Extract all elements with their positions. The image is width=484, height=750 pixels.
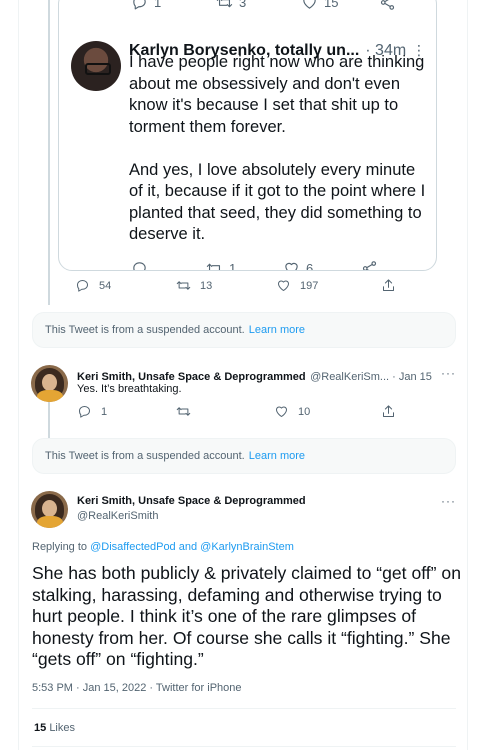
tweet-actions: 54 13 197 (0, 278, 484, 298)
like-count: 10 (298, 405, 311, 418)
avatar[interactable] (71, 41, 121, 91)
suspended-tweet-notice: This Tweet is from a suspended account. … (32, 312, 456, 348)
likes-count[interactable]: 15 Likes (34, 722, 75, 734)
suspended-tweet-notice: This Tweet is from a suspended account. … (32, 438, 456, 474)
more-icon[interactable]: ··· (441, 494, 456, 508)
divider (32, 708, 456, 709)
reply-button[interactable]: 54 (75, 278, 111, 293)
like-icon (278, 280, 289, 291)
retweet-button[interactable]: 3 (216, 0, 246, 11)
reply-icon (133, 262, 146, 270)
retweet-count: 13 (200, 279, 213, 292)
like-icon (303, 0, 316, 9)
retweet-icon (176, 407, 191, 416)
author-name[interactable]: Keri Smith, Unsafe Space & Deprogrammed (77, 495, 306, 507)
divider (32, 746, 456, 747)
author-name[interactable]: Keri Smith, Unsafe Space & Deprogrammed (77, 371, 306, 383)
like-icon (276, 406, 287, 417)
like-button[interactable]: 6 (283, 260, 314, 271)
like-count: 6 (306, 261, 314, 271)
quoted-tweet-top-actions: 1 3 15 (59, 0, 436, 16)
reply-icon (79, 406, 90, 418)
like-button[interactable]: 10 (274, 404, 310, 419)
share-icon (383, 279, 394, 291)
retweet-icon (176, 281, 191, 290)
like-count: 15 (324, 0, 339, 10)
share-button[interactable] (361, 260, 378, 270)
share-button[interactable] (381, 278, 396, 293)
retweet-icon (216, 0, 233, 8)
thread-line-top (48, 0, 50, 305)
replying-prefix: Replying to (32, 541, 88, 553)
replying-user-link[interactable]: @DisaffectedPod (90, 541, 176, 553)
share-icon (362, 261, 377, 270)
retweet-button[interactable]: 13 (176, 278, 212, 293)
like-icon (285, 262, 298, 270)
tweet-actions: 1 10 (0, 404, 484, 424)
avatar[interactable] (31, 491, 68, 528)
author-handle[interactable]: @RealKeriSmith (77, 510, 158, 522)
retweet-icon (206, 263, 221, 270)
avatar[interactable] (31, 365, 68, 402)
quoted-tweet-text: I have people right now who are thinking… (129, 53, 426, 243)
replying-user-link[interactable]: @KarlynBrainStem (200, 541, 294, 553)
reply-button[interactable]: 1 (131, 0, 161, 11)
reply-tweet-text: Yes. It’s breathtaking. (77, 383, 182, 395)
retweet-button[interactable] (176, 404, 191, 419)
like-button[interactable]: 15 (301, 0, 338, 11)
reply-count: 54 (99, 279, 112, 292)
share-button[interactable] (379, 0, 396, 11)
retweet-button[interactable]: 1 (206, 260, 237, 271)
author-handle-time[interactable]: @RealKeriSm... · Jan 15 (310, 371, 432, 383)
retweet-count: 1 (229, 261, 237, 271)
quoted-tweet-card[interactable]: 1 3 15 Karlyn Borysenko, totally un... ·… (58, 0, 437, 271)
reply-button[interactable]: 1 (77, 404, 107, 419)
suspended-text: This Tweet is from a suspended account. (45, 324, 245, 336)
reply-icon (77, 280, 88, 292)
tweet-timestamp[interactable]: 5:53 PM · Jan 15, 2022 · Twitter for iPh… (32, 682, 242, 694)
replying-to: Replying to @DisaffectedPod and @KarlynB… (32, 541, 294, 553)
replying-and: and (178, 541, 198, 553)
learn-more-link[interactable]: Learn more (249, 450, 305, 462)
quoted-tweet-bottom-actions: 1 6 (59, 260, 436, 271)
like-count: 197 (300, 279, 319, 292)
reply-count: 1 (154, 0, 162, 10)
reply-icon (133, 0, 146, 10)
more-icon[interactable]: ··· (441, 366, 456, 380)
likes-number: 15 (34, 722, 47, 734)
likes-label: Likes (49, 722, 75, 734)
main-tweet-text: She has both publicly & privately claime… (32, 563, 462, 669)
reply-button[interactable] (131, 260, 148, 270)
retweet-count: 3 (239, 0, 247, 10)
share-icon (380, 0, 395, 10)
share-icon (383, 405, 394, 417)
suspended-text: This Tweet is from a suspended account. (45, 450, 245, 462)
learn-more-link[interactable]: Learn more (249, 324, 305, 336)
like-button[interactable]: 197 (276, 278, 318, 293)
reply-count: 1 (101, 405, 108, 418)
share-button[interactable] (381, 404, 396, 419)
